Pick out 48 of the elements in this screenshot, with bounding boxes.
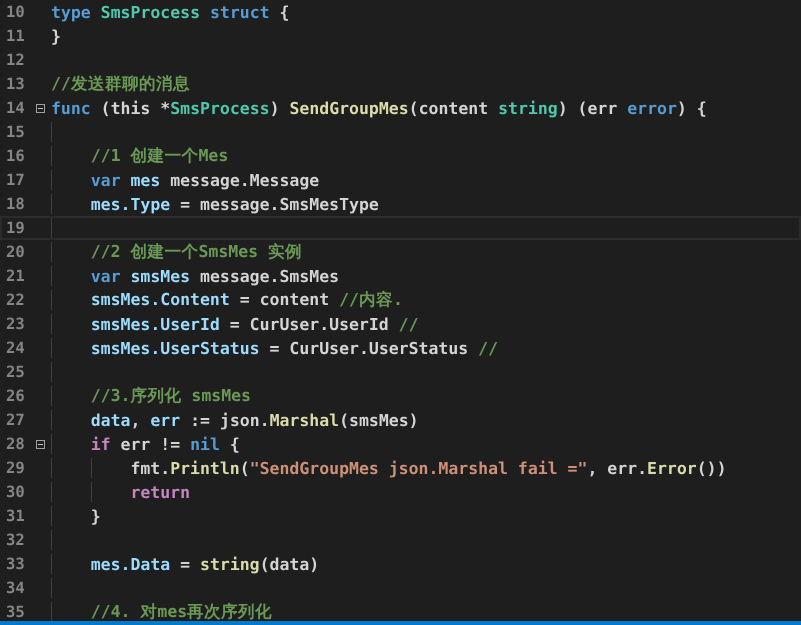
line-number: 11 <box>5 27 26 45</box>
line-number: 21 <box>5 267 26 285</box>
line-number: 24 <box>5 339 26 357</box>
line-number: 20 <box>5 243 26 261</box>
code-line: smsMes.Content = content //内容. <box>90 289 403 311</box>
line-number: 19 <box>5 219 26 237</box>
line-number: 30 <box>5 483 26 501</box>
line-number: 22 <box>5 291 26 309</box>
line-number: 10 <box>5 3 26 21</box>
code-line: return <box>130 482 190 502</box>
line-number: 13 <box>5 75 26 93</box>
code-line: //发送群聊的消息 <box>51 73 190 95</box>
line-number: 23 <box>5 315 26 333</box>
code-line: //4. 对mes再次序列化 <box>90 601 272 621</box>
fold-icon[interactable] <box>36 440 45 448</box>
code-line: data, err := json.Marshal(smsMes) <box>90 410 419 430</box>
code-line: //1 创建一个Mes <box>90 145 228 167</box>
line-number: 17 <box>5 171 26 189</box>
line-number: 34 <box>5 579 26 597</box>
code-line: mes.Data = string(data) <box>90 554 320 574</box>
code-line: //3.序列化 smsMes <box>90 385 251 407</box>
code-line: if err != nil { <box>90 434 240 454</box>
code-line: smsMes.UserStatus = CurUser.UserStatus // <box>90 338 498 358</box>
line-number: 33 <box>5 555 26 573</box>
line-number: 31 <box>5 507 26 525</box>
code-line: } <box>90 506 101 526</box>
line-number: 15 <box>5 123 26 141</box>
line-number: 12 <box>5 51 26 69</box>
line-number: 27 <box>5 411 26 429</box>
code-line: //2 创建一个SmsMes 实例 <box>90 241 302 263</box>
line-number: 35 <box>5 603 26 621</box>
code-line: type SmsProcess struct { <box>51 2 290 22</box>
line-number: 32 <box>5 531 26 549</box>
line-number: 25 <box>5 363 26 381</box>
line-number: 16 <box>5 147 26 165</box>
code-line: var mes message.Message <box>90 170 320 190</box>
line-number: 28 <box>5 435 26 453</box>
code-line: mes.Type = message.SmsMesType <box>90 194 379 214</box>
line-number: 26 <box>5 387 26 405</box>
code-line: } <box>51 26 61 46</box>
line-number: 29 <box>5 459 26 477</box>
line-number: 14 <box>5 99 26 117</box>
code-line: func (this *SmsProcess) SendGroupMes(content string) (err error) { <box>51 98 707 118</box>
fold-icon[interactable] <box>36 104 45 112</box>
code-line: var smsMes message.SmsMes <box>90 266 340 286</box>
code-line: smsMes.UserId = CurUser.UserId // <box>90 314 419 334</box>
code-line: fmt.Println("SendGroupMes json.Marshal fail =", err.Error()) <box>130 458 727 478</box>
line-number: 18 <box>5 195 26 213</box>
